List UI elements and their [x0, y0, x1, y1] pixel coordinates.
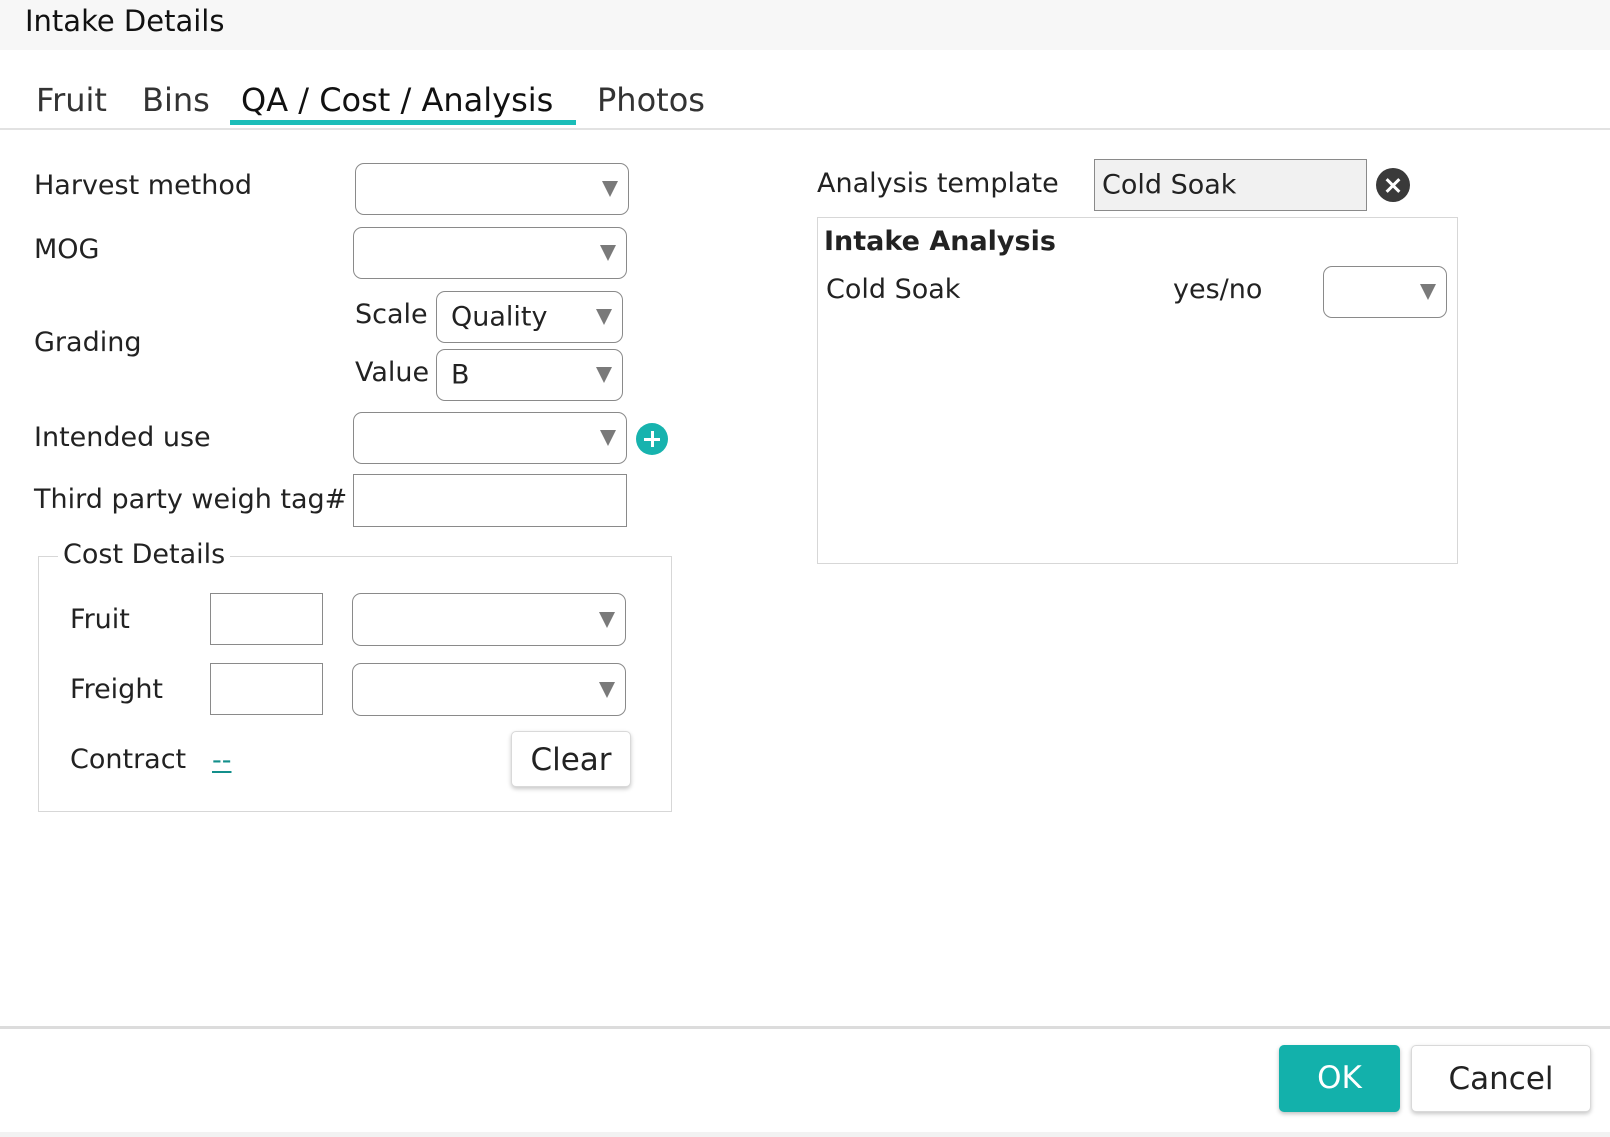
- active-tab-indicator: [230, 120, 576, 125]
- cost-fruit-unit-select[interactable]: [352, 593, 626, 646]
- intended-use-label: Intended use: [34, 422, 211, 453]
- cost-freight-label: Freight: [70, 674, 164, 705]
- tab-bins[interactable]: Bins: [142, 81, 210, 119]
- chevron-down-icon: [596, 309, 612, 325]
- analysis-template-value: Cold Soak: [1102, 169, 1237, 201]
- grading-scale-label: Scale: [355, 299, 428, 330]
- analysis-row-value-select[interactable]: [1323, 266, 1447, 318]
- footer-divider: [0, 1026, 1610, 1029]
- grading-value-value: B: [451, 359, 470, 391]
- grading-scale-select[interactable]: Quality: [436, 291, 623, 343]
- chevron-down-icon: [596, 367, 612, 383]
- tab-bar: Fruit Bins QA / Cost / Analysis Photos: [0, 51, 1610, 130]
- chevron-down-icon: [600, 245, 616, 261]
- grading-value-label: Value: [355, 357, 430, 388]
- cost-fruit-amount-input[interactable]: [210, 593, 323, 645]
- dialog-title: Intake Details: [25, 4, 225, 38]
- intended-use-select[interactable]: [353, 412, 627, 464]
- cancel-button[interactable]: Cancel: [1411, 1045, 1591, 1112]
- mog-select[interactable]: [353, 227, 627, 279]
- analysis-template-field[interactable]: Cold Soak: [1094, 159, 1367, 211]
- analysis-row-type: yes/no: [1173, 274, 1263, 305]
- close-circle-icon[interactable]: [1376, 168, 1410, 202]
- contract-link[interactable]: --: [212, 745, 232, 776]
- cost-freight-amount-input[interactable]: [210, 663, 323, 715]
- mog-label: MOG: [34, 234, 100, 265]
- weigh-tag-label: Third party weigh tag#: [34, 484, 348, 515]
- chevron-down-icon: [602, 181, 618, 197]
- analysis-row-name: Cold Soak: [826, 274, 961, 305]
- tab-qa-cost-analysis[interactable]: QA / Cost / Analysis: [241, 81, 553, 119]
- weigh-tag-input[interactable]: [353, 474, 627, 527]
- intake-analysis-title: Intake Analysis: [824, 226, 1056, 257]
- analysis-template-label: Analysis template: [817, 168, 1059, 199]
- cost-details-legend: Cost Details: [58, 539, 231, 570]
- chevron-down-icon: [600, 430, 616, 446]
- tab-fruit[interactable]: Fruit: [36, 81, 107, 119]
- clear-button[interactable]: Clear: [511, 731, 631, 787]
- grading-value-select[interactable]: B: [436, 349, 623, 401]
- grading-scale-value: Quality: [451, 301, 548, 333]
- ok-button[interactable]: OK: [1279, 1045, 1400, 1112]
- intake-details-dialog: Intake Details Fruit Bins QA / Cost / An…: [0, 0, 1610, 1132]
- chevron-down-icon: [599, 611, 615, 628]
- chevron-down-icon: [599, 681, 615, 698]
- tab-photos[interactable]: Photos: [597, 81, 705, 119]
- grading-label: Grading: [34, 327, 142, 358]
- dialog-title-bar: Intake Details: [0, 0, 1610, 50]
- cost-fruit-label: Fruit: [70, 604, 130, 635]
- chevron-down-icon: [1420, 284, 1436, 300]
- plus-circle-icon[interactable]: [636, 423, 668, 455]
- contract-label: Contract: [70, 744, 187, 775]
- cost-freight-unit-select[interactable]: [352, 663, 626, 716]
- harvest-method-select[interactable]: [355, 163, 629, 215]
- harvest-method-label: Harvest method: [34, 170, 253, 201]
